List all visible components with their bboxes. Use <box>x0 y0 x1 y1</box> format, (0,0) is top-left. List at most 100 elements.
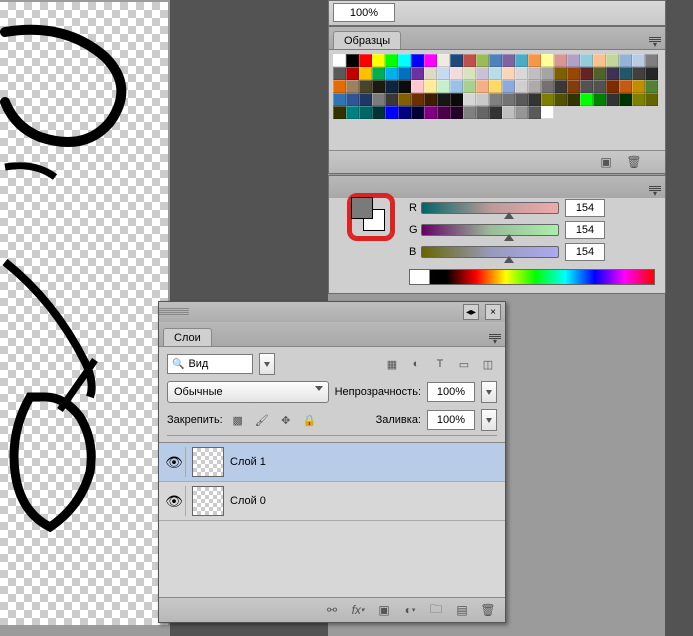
layer-mask-icon[interactable]: ▣ <box>377 603 391 617</box>
color-swatch[interactable] <box>398 54 411 67</box>
filter-pixel-icon[interactable]: ▦ <box>383 355 401 373</box>
color-swatch[interactable] <box>359 67 372 80</box>
blend-mode-select[interactable]: Обычные <box>167 381 329 403</box>
color-swatch[interactable] <box>437 93 450 106</box>
filter-smartobject-icon[interactable]: ◫ <box>479 355 497 373</box>
color-swatch[interactable] <box>333 54 346 67</box>
color-swatch[interactable] <box>554 80 567 93</box>
lock-position-icon[interactable]: ✥ <box>277 411 295 429</box>
color-swatch[interactable] <box>606 67 619 80</box>
color-swatch[interactable] <box>372 67 385 80</box>
color-swatch[interactable] <box>372 54 385 67</box>
color-swatch[interactable] <box>645 93 658 106</box>
new-group-icon[interactable]: 🗀 <box>429 603 443 617</box>
color-swatch[interactable] <box>385 93 398 106</box>
collapse-button[interactable]: ◂▸ <box>463 304 479 320</box>
color-swatch[interactable] <box>450 93 463 106</box>
color-swatch[interactable] <box>541 54 554 67</box>
color-swatch[interactable] <box>580 54 593 67</box>
color-swatch[interactable] <box>346 67 359 80</box>
color-swatch[interactable] <box>645 54 658 67</box>
tab-layers[interactable]: Слои <box>163 328 212 346</box>
color-swatch[interactable] <box>541 93 554 106</box>
color-spectrum-strip[interactable] <box>409 269 655 285</box>
color-swatch[interactable] <box>606 80 619 93</box>
color-swatch[interactable] <box>450 67 463 80</box>
color-swatch[interactable] <box>437 54 450 67</box>
color-swatch[interactable] <box>554 54 567 67</box>
color-swatch[interactable] <box>632 54 645 67</box>
panel-menu-button[interactable]: ▾ <box>647 184 663 198</box>
color-swatch[interactable] <box>437 106 450 119</box>
color-swatch[interactable] <box>489 106 502 119</box>
link-layers-icon[interactable]: ⚯ <box>325 603 339 617</box>
visibility-toggle-icon[interactable]: 👁 <box>163 447 186 477</box>
color-swatch[interactable] <box>411 106 424 119</box>
color-swatch[interactable] <box>515 67 528 80</box>
layer-name-label[interactable]: Слой 0 <box>230 495 266 507</box>
color-swatch[interactable] <box>541 80 554 93</box>
foreground-color-swatch[interactable] <box>351 197 373 219</box>
lock-transparency-icon[interactable]: ▩ <box>229 411 247 429</box>
swatch-grid[interactable] <box>329 50 665 119</box>
layer-filter-search[interactable]: 🔍 Вид <box>167 354 253 374</box>
layer-thumbnail[interactable] <box>192 486 224 516</box>
color-swatch[interactable] <box>359 106 372 119</box>
color-swatch[interactable] <box>528 67 541 80</box>
color-swatch[interactable] <box>580 80 593 93</box>
color-swatch[interactable] <box>424 80 437 93</box>
adjustment-layer-icon[interactable]: ◐▾ <box>403 603 417 617</box>
new-layer-icon[interactable]: ▤ <box>455 603 469 617</box>
color-swatch[interactable] <box>450 54 463 67</box>
layer-name-label[interactable]: Слой 1 <box>230 456 266 468</box>
r-value-input[interactable]: 154 <box>565 199 605 217</box>
close-button[interactable]: × <box>485 304 501 320</box>
color-swatch[interactable] <box>619 80 632 93</box>
fill-dropdown[interactable] <box>481 409 497 431</box>
color-swatch[interactable] <box>606 93 619 106</box>
filter-kind-dropdown[interactable] <box>259 353 275 375</box>
layer-row[interactable]: 👁Слой 0 <box>159 482 505 521</box>
color-swatch[interactable] <box>580 93 593 106</box>
color-swatch[interactable] <box>476 54 489 67</box>
canvas[interactable] <box>0 2 168 625</box>
fg-bg-color-widget[interactable] <box>351 197 385 231</box>
color-swatch[interactable] <box>567 54 580 67</box>
color-swatch[interactable] <box>619 93 632 106</box>
color-swatch[interactable] <box>424 93 437 106</box>
color-swatch[interactable] <box>463 80 476 93</box>
color-swatch[interactable] <box>580 67 593 80</box>
zoom-level-input[interactable]: 100% <box>333 3 395 22</box>
color-swatch[interactable] <box>619 67 632 80</box>
color-swatch[interactable] <box>359 80 372 93</box>
color-swatch[interactable] <box>528 54 541 67</box>
layers-titlebar[interactable]: ◂▸ × <box>159 302 505 322</box>
color-swatch[interactable] <box>411 93 424 106</box>
color-swatch[interactable] <box>632 93 645 106</box>
color-swatch[interactable] <box>541 67 554 80</box>
color-swatch[interactable] <box>333 80 346 93</box>
trash-icon[interactable]: 🗑 <box>627 155 641 169</box>
color-swatch[interactable] <box>489 54 502 67</box>
trash-icon[interactable]: 🗑 <box>481 603 495 617</box>
lock-all-icon[interactable]: 🔒 <box>301 411 319 429</box>
b-value-input[interactable]: 154 <box>565 243 605 261</box>
opacity-input[interactable]: 100% <box>427 382 475 402</box>
color-swatch[interactable] <box>372 93 385 106</box>
color-swatch[interactable] <box>515 80 528 93</box>
color-swatch[interactable] <box>528 106 541 119</box>
color-swatch[interactable] <box>645 67 658 80</box>
color-swatch[interactable] <box>489 93 502 106</box>
color-swatch[interactable] <box>502 106 515 119</box>
color-swatch[interactable] <box>515 93 528 106</box>
color-swatch[interactable] <box>593 54 606 67</box>
panel-menu-button[interactable]: ▾ <box>647 35 663 49</box>
color-swatch[interactable] <box>567 93 580 106</box>
color-swatch[interactable] <box>476 106 489 119</box>
color-swatch[interactable] <box>645 80 658 93</box>
color-swatch[interactable] <box>385 80 398 93</box>
color-swatch[interactable] <box>476 67 489 80</box>
fill-input[interactable]: 100% <box>427 410 475 430</box>
color-swatch[interactable] <box>593 93 606 106</box>
color-swatch[interactable] <box>463 106 476 119</box>
